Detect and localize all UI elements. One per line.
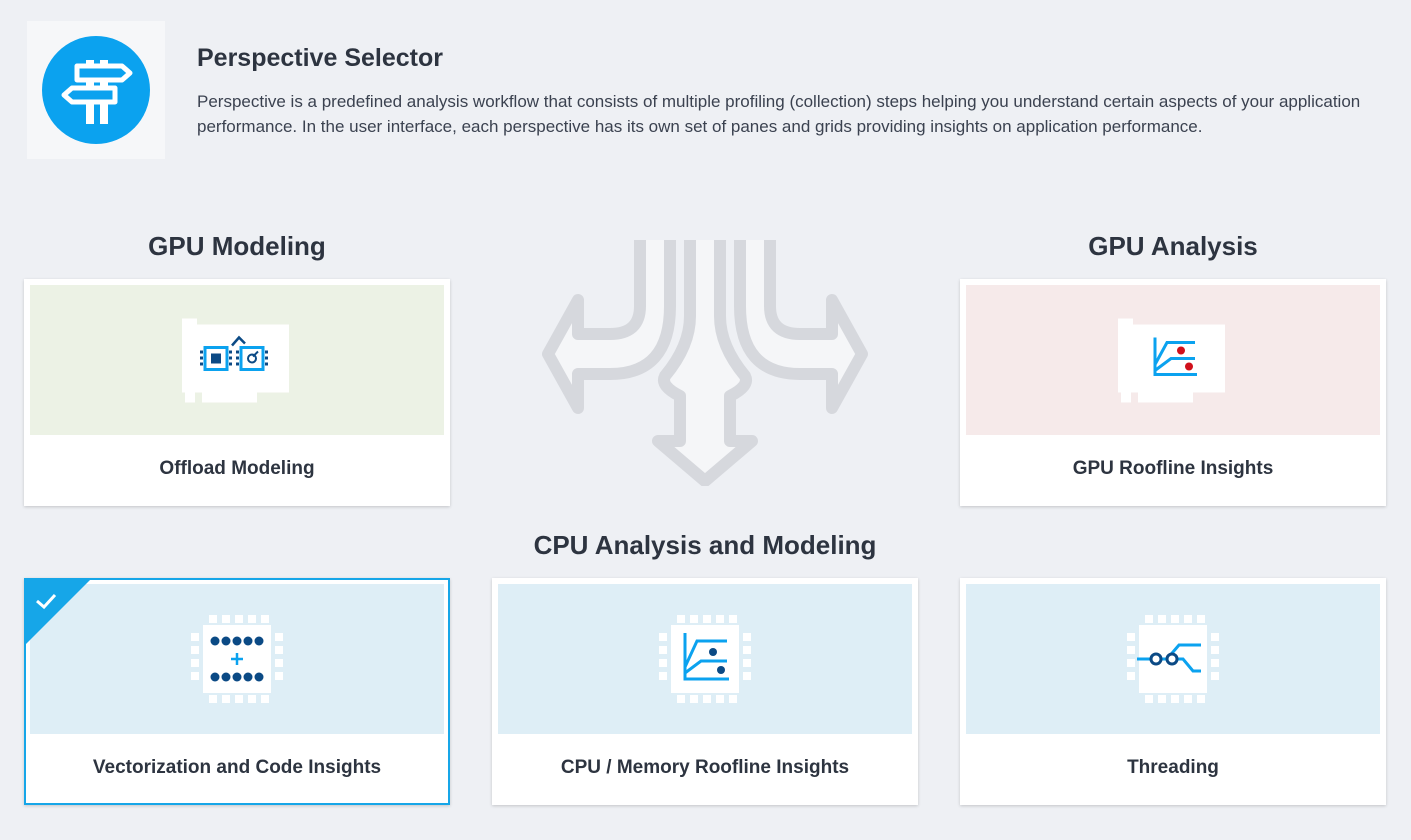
section-title-gpu-modeling: GPU Modeling (148, 231, 326, 261)
signpost-icon (42, 36, 150, 144)
page-description: Perspective is a predefined analysis wor… (197, 92, 1361, 136)
selected-check-icon (26, 580, 90, 644)
section-title-cpu: CPU Analysis and Modeling (533, 530, 877, 560)
gpu-roofline-icon (1118, 318, 1225, 403)
card-art-vectorization (30, 584, 444, 734)
card-label-cpu-roofline: CPU / Memory Roofline Insights (560, 757, 850, 778)
flow-arrows-decoration (540, 236, 870, 491)
card-art-threading (966, 584, 1380, 734)
card-threading[interactable]: Threading (960, 578, 1386, 805)
vectorization-chip-icon (191, 615, 283, 703)
header-icon-box (27, 21, 165, 159)
card-label-offload-modeling: Offload Modeling (159, 458, 315, 479)
card-gpu-roofline[interactable]: GPU Roofline Insights (960, 279, 1386, 506)
cpu-roofline-chip-icon (659, 615, 751, 703)
card-art-cpu-roofline (498, 584, 912, 734)
card-art-gpu-roofline (966, 285, 1380, 435)
card-art-offload-modeling (30, 285, 444, 435)
offload-modeling-icon (182, 318, 289, 403)
section-title-gpu-analysis: GPU Analysis (1088, 231, 1258, 261)
card-label-threading: Threading (1127, 757, 1219, 778)
card-label-vectorization: Vectorization and Code Insights (92, 757, 382, 778)
threading-chip-icon (1127, 615, 1219, 703)
card-cpu-roofline[interactable]: CPU / Memory Roofline Insights (492, 578, 918, 805)
page-title: Perspective Selector (197, 44, 443, 72)
card-vectorization[interactable]: Vectorization and Code Insights (24, 578, 450, 805)
card-offload-modeling[interactable]: Offload Modeling (24, 279, 450, 506)
card-label-gpu-roofline: GPU Roofline Insights (1072, 458, 1274, 479)
